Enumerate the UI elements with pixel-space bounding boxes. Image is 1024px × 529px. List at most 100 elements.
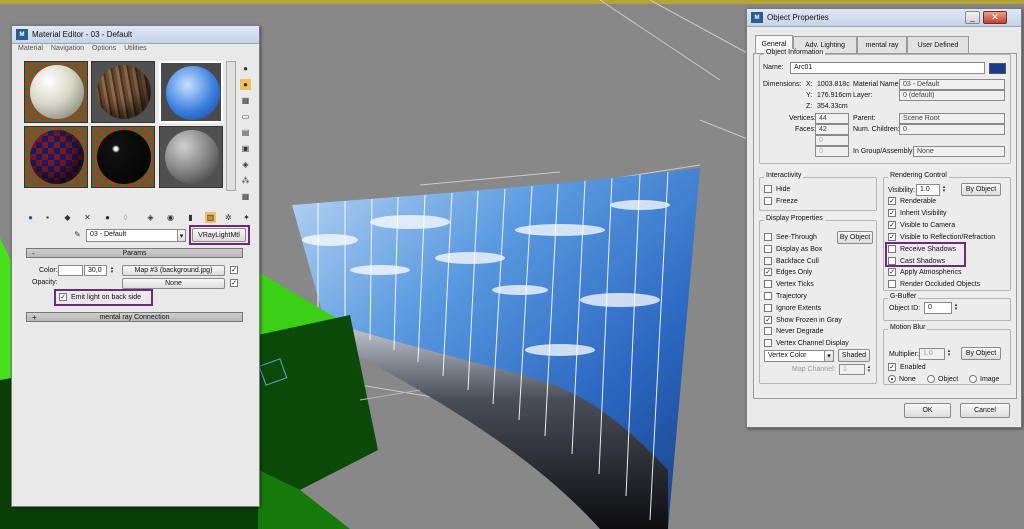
sample-slot-scrollbar[interactable]: [226, 61, 236, 191]
map-channel-spinner[interactable]: ▴ ▾: [866, 365, 872, 374]
motion-blur-by-object-button[interactable]: By Object: [961, 347, 1001, 360]
vertex-channel-checkbox[interactable]: Vertex Channel Display: [764, 339, 849, 347]
motion-blur-none-radio[interactable]: None: [888, 375, 916, 383]
vertex-color-dropdown-arrow[interactable]: ▾: [824, 350, 834, 362]
put-to-library-icon[interactable]: ◊: [120, 212, 131, 223]
assign-to-selection-icon[interactable]: ◆: [62, 212, 73, 223]
material-editor-titlebar[interactable]: M Material Editor - 03 - Default: [12, 26, 259, 44]
tab-user-defined[interactable]: User Defined: [907, 36, 969, 53]
motion-blur-object-radio[interactable]: Object: [927, 375, 958, 383]
material-editor-title: Material Editor - 03 - Default: [32, 30, 133, 39]
material-name-field[interactable]: 03 - Default: [86, 229, 186, 242]
dimensions-label: Dimensions:: [763, 81, 802, 88]
render-occluded-checkbox[interactable]: Render Occluded Objects: [888, 280, 980, 288]
visible-to-reflection-checkbox[interactable]: ✓ Visible to Reflection/Refraction: [888, 233, 995, 241]
material-name-dropdown[interactable]: ▾: [177, 229, 186, 242]
ok-button[interactable]: OK: [904, 403, 951, 418]
name-label: Name:: [763, 64, 784, 71]
vertex-ticks-checkbox[interactable]: Vertex Ticks: [764, 280, 814, 288]
go-to-parent-icon[interactable]: ▥: [205, 212, 216, 223]
material-id-channel-icon[interactable]: ◈: [145, 212, 156, 223]
map-channel-field[interactable]: 1: [839, 364, 865, 375]
motion-blur-enabled-checkbox[interactable]: ✓ Enabled: [888, 363, 926, 371]
sample-slot-1[interactable]: [24, 61, 88, 123]
show-map-icon[interactable]: ◉: [165, 212, 176, 223]
menu-material[interactable]: Material: [18, 45, 43, 57]
color-multiplier-spinner[interactable]: ▴ ▾: [109, 266, 115, 275]
visible-to-camera-checkbox[interactable]: ✓ Visible to Camera: [888, 221, 955, 229]
params-rollout-header[interactable]: - Params: [26, 248, 243, 258]
opacity-map-checkbox[interactable]: ✓: [230, 279, 238, 287]
hide-checkbox[interactable]: Hide: [764, 185, 790, 193]
menu-navigation[interactable]: Navigation: [51, 45, 84, 57]
ignore-extents-checkbox[interactable]: Ignore Extents: [764, 304, 821, 312]
sample-slot-3-selected[interactable]: [159, 61, 223, 123]
material-navigator-icon[interactable]: ▦: [240, 191, 251, 202]
rendering-control-title: Rendering Control: [888, 172, 949, 179]
renderable-checkbox[interactable]: ✓ Renderable: [888, 197, 936, 205]
blank-readout-2: 0: [815, 146, 849, 157]
select-by-material-icon[interactable]: ⁂: [240, 175, 251, 186]
reset-map-icon[interactable]: ✕: [82, 212, 93, 223]
show-end-result-icon[interactable]: ▮: [185, 212, 196, 223]
go-forward-icon[interactable]: ✲: [223, 212, 234, 223]
get-material-icon[interactable]: ●: [25, 212, 36, 223]
visibility-label: Visibility:: [888, 187, 916, 194]
minimize-button[interactable]: _: [965, 11, 980, 24]
sample-type-icon[interactable]: ●: [240, 63, 251, 74]
gbuffer-title: G-Buffer: [888, 293, 919, 300]
object-color-swatch[interactable]: [989, 63, 1006, 74]
eyedropper-icon[interactable]: ✎: [72, 229, 83, 240]
apply-atmospherics-checkbox[interactable]: ✓ Apply Atmospherics: [888, 268, 961, 276]
edges-only-checkbox[interactable]: ✓ Edges Only: [764, 268, 812, 276]
display-as-box-checkbox[interactable]: Display as Box: [764, 245, 822, 253]
display-by-object-button[interactable]: By Object: [837, 231, 873, 244]
inherit-visibility-checkbox[interactable]: ✓ Inherit Visibility: [888, 209, 947, 217]
make-unique-icon[interactable]: ●: [102, 212, 113, 223]
background-checker-icon[interactable]: ▦: [240, 95, 251, 106]
motion-blur-image-radio[interactable]: Image: [969, 375, 999, 383]
shaded-button[interactable]: Shaded: [838, 349, 870, 362]
video-color-check-icon[interactable]: ▤: [240, 127, 251, 138]
sample-slot-2[interactable]: [91, 61, 155, 123]
put-to-scene-icon[interactable]: ▪: [42, 212, 53, 223]
color-map-button[interactable]: Map #3 (background.jpg): [122, 265, 225, 276]
sample-slot-5[interactable]: [91, 126, 155, 188]
object-properties-window[interactable]: M Object Properties _ ✕ General Adv. Lig…: [746, 8, 1022, 428]
color-map-checkbox[interactable]: ✓: [230, 266, 238, 274]
freeze-checkbox[interactable]: Freeze: [764, 197, 798, 205]
show-frozen-checkbox[interactable]: ✓ Show Frozen in Gray: [764, 316, 842, 324]
options-icon[interactable]: ◈: [240, 159, 251, 170]
object-name-field[interactable]: Arc01: [790, 62, 985, 74]
close-button[interactable]: ✕: [983, 11, 1007, 24]
never-degrade-checkbox[interactable]: Never Degrade: [764, 327, 823, 335]
object-id-field[interactable]: 0: [924, 302, 952, 314]
color-multiplier-field[interactable]: 30,0: [84, 265, 107, 276]
rendering-by-object-button[interactable]: By Object: [961, 183, 1001, 196]
sample-slot-4[interactable]: [24, 126, 88, 188]
interactivity-title: Interactivity: [764, 172, 804, 179]
make-preview-icon[interactable]: ▣: [240, 143, 251, 154]
sample-slot-6[interactable]: [159, 126, 223, 188]
cancel-button[interactable]: Cancel: [960, 403, 1010, 418]
vertices-readout: 44: [815, 113, 849, 124]
visibility-field[interactable]: 1.0: [916, 184, 940, 196]
object-id-spinner[interactable]: ▴ ▾: [953, 303, 959, 312]
multiplier-field[interactable]: 1.0: [919, 348, 945, 360]
tab-mental-ray[interactable]: mental ray: [857, 36, 907, 53]
opacity-map-button[interactable]: None: [122, 278, 225, 289]
menu-options[interactable]: Options: [92, 45, 116, 57]
visibility-spinner[interactable]: ▴ ▾: [941, 185, 947, 194]
backlight-icon[interactable]: ●: [240, 79, 251, 90]
menu-utilities[interactable]: Utilities: [124, 45, 147, 57]
multiplier-spinner[interactable]: ▴ ▾: [946, 349, 952, 358]
backface-cull-checkbox[interactable]: Backface Cull: [764, 257, 819, 265]
trajectory-checkbox[interactable]: Trajectory: [764, 292, 807, 300]
material-name-label: Material Name:: [853, 81, 901, 88]
color-swatch[interactable]: [58, 265, 83, 276]
pick-material-icon[interactable]: ✦: [241, 212, 252, 223]
see-through-checkbox[interactable]: See-Through: [764, 233, 817, 241]
uv-tiling-icon[interactable]: ▭: [240, 111, 251, 122]
material-editor-window[interactable]: M Material Editor - 03 - Default Materia…: [11, 25, 260, 507]
mental-ray-rollout-header[interactable]: + mental ray Connection: [26, 312, 243, 322]
